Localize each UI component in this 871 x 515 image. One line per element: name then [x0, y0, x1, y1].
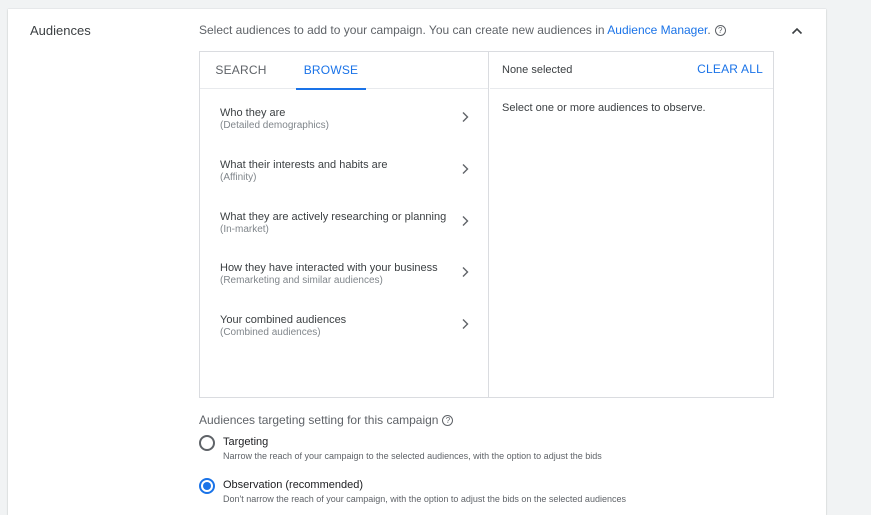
chevron-right-icon — [462, 267, 469, 277]
category-affinity[interactable]: What their interests and habits are (Aff… — [200, 159, 489, 199]
picker-tabs: SEARCH BROWSE — [200, 52, 488, 90]
targeting-option-description: Narrow the reach of your campaign to the… — [223, 451, 602, 461]
category-subtitle: (Detailed demographics) — [220, 120, 329, 131]
category-title: What their interests and habits are — [220, 159, 388, 171]
category-title: What they are actively researching or pl… — [220, 211, 447, 223]
audiences-section: Audiences Select audiences to add to you… — [8, 9, 826, 515]
category-title: Who they are — [220, 107, 286, 119]
audience-picker: SEARCH BROWSE Who they are (Detailed dem… — [199, 51, 774, 398]
category-in-market[interactable]: What they are actively researching or pl… — [200, 211, 489, 251]
targeting-setting-label: Audiences targeting setting for this cam… — [199, 413, 454, 427]
selected-pane: None selected CLEAR ALL Select one or mo… — [490, 52, 773, 397]
category-subtitle: (In-market) — [220, 224, 269, 235]
targeting-setting-text: Audiences targeting setting for this cam… — [199, 413, 439, 427]
tab-browse[interactable]: BROWSE — [296, 52, 366, 90]
category-title: How they have interacted with your busin… — [220, 262, 438, 274]
clear-all-button[interactable]: CLEAR ALL — [697, 62, 763, 76]
targeting-radio[interactable] — [199, 435, 215, 451]
selected-header: None selected CLEAR ALL — [490, 52, 773, 89]
observation-option-title: Observation (recommended) — [223, 479, 364, 491]
help-icon[interactable]: ? — [714, 25, 726, 36]
audience-manager-link[interactable]: Audience Manager — [607, 23, 707, 37]
category-subtitle: (Affinity) — [220, 172, 257, 183]
targeting-option-title: Targeting — [223, 436, 269, 448]
section-title: Audiences — [30, 23, 91, 38]
observation-radio[interactable] — [199, 478, 215, 494]
chevron-right-icon — [462, 164, 469, 174]
description-period: . — [707, 23, 711, 37]
category-subtitle: (Remarketing and similar audiences) — [220, 275, 383, 286]
section-description: Select audiences to add to your campaign… — [199, 23, 726, 37]
chevron-right-icon — [462, 112, 469, 122]
targeting-option[interactable]: Targeting Narrow the reach of your campa… — [199, 435, 799, 465]
chevron-right-icon — [462, 319, 469, 329]
category-detailed-demographics[interactable]: Who they are (Detailed demographics) — [200, 107, 489, 147]
tab-search[interactable]: SEARCH — [200, 52, 282, 89]
observation-option[interactable]: Observation (recommended) Don't narrow t… — [199, 478, 799, 508]
empty-selection-message: Select one or more audiences to observe. — [502, 102, 706, 114]
chevron-up-icon[interactable] — [788, 22, 806, 40]
category-combined-audiences[interactable]: Your combined audiences (Combined audien… — [200, 314, 489, 354]
category-remarketing[interactable]: How they have interacted with your busin… — [200, 262, 489, 302]
browse-pane: SEARCH BROWSE Who they are (Detailed dem… — [200, 52, 489, 397]
chevron-right-icon — [462, 216, 469, 226]
description-text: Select audiences to add to your campaign… — [199, 23, 608, 37]
category-subtitle: (Combined audiences) — [220, 327, 321, 338]
category-title: Your combined audiences — [220, 314, 347, 326]
observation-option-description: Don't narrow the reach of your campaign,… — [223, 494, 626, 504]
selection-status: None selected — [502, 64, 573, 76]
help-icon[interactable]: ? — [442, 415, 454, 426]
